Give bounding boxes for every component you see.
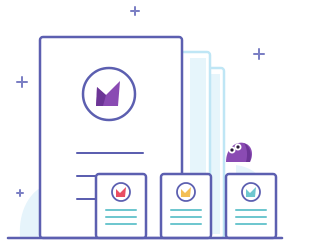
yellow-logo-icon	[176, 182, 196, 202]
plus-sparkle-icon	[130, 6, 140, 16]
teal-logo-icon	[241, 182, 261, 202]
plus-sparkle-icon	[16, 76, 28, 88]
main-logo-icon	[81, 66, 137, 122]
illustration	[0, 0, 284, 243]
plus-sparkle-icon	[253, 48, 265, 60]
plus-sparkle-icon	[16, 189, 24, 197]
red-logo-icon	[111, 182, 131, 202]
purple-blob-creature-icon	[226, 142, 252, 162]
card	[94, 172, 148, 240]
documents-illustration	[6, 6, 284, 240]
card	[224, 172, 278, 240]
card	[159, 172, 213, 240]
